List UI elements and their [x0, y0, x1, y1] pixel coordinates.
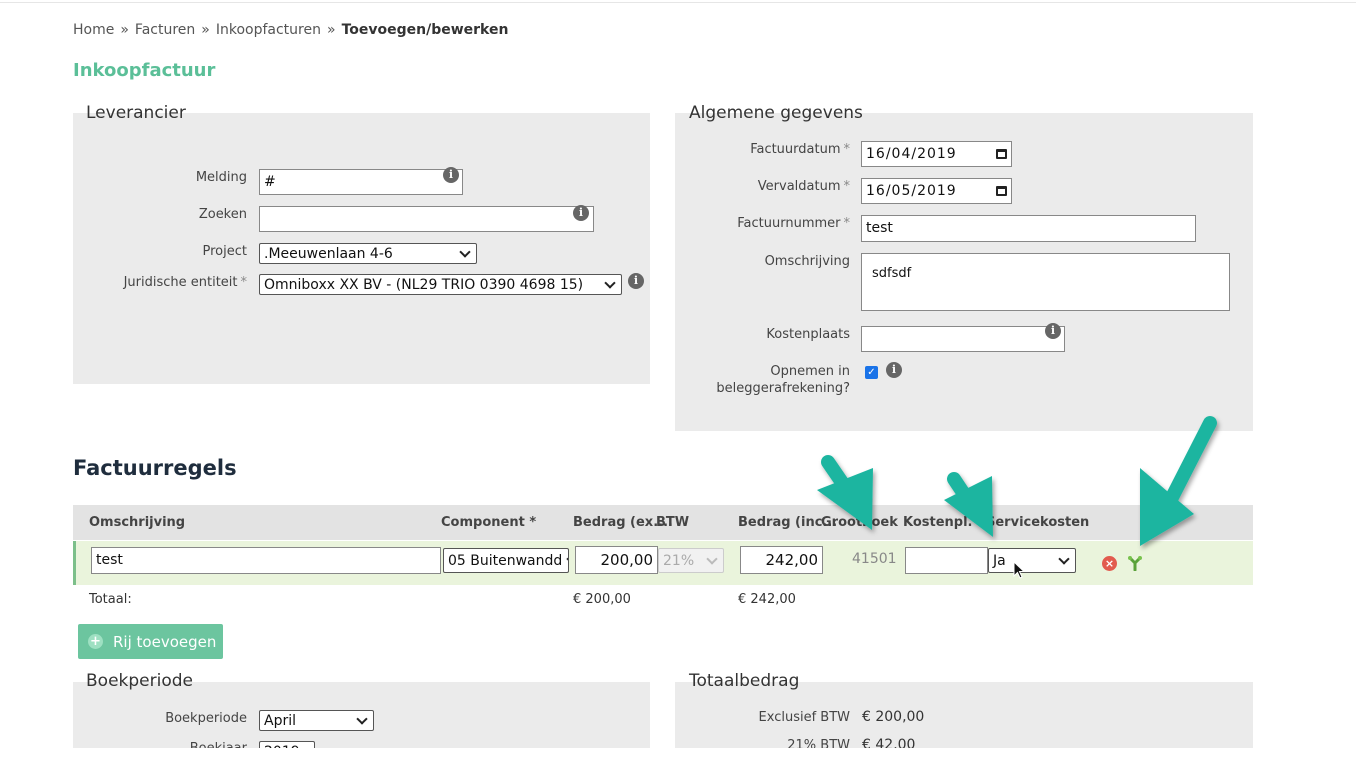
- required-marker: *: [240, 275, 248, 290]
- calendar-icon[interactable]: [996, 186, 1007, 196]
- chevron-down-icon: [356, 713, 368, 725]
- required-marker: *: [843, 142, 851, 157]
- required-marker: *: [843, 216, 851, 231]
- opnemen-info-icon[interactable]: i: [886, 362, 902, 378]
- project-select-value: .Meeuwenlaan 4-6: [264, 245, 393, 262]
- opnemen-label-line2: beleggerafrekening?: [716, 381, 850, 396]
- totaal-inc-value: € 242,00: [738, 592, 796, 607]
- opnemen-label-line1: Opnemen in: [770, 364, 850, 379]
- algemene-gegevens-legend: Algemene gegevens: [689, 103, 863, 123]
- totaal-label: Totaal:: [89, 592, 132, 607]
- row-grootboek-value: 41501: [852, 551, 897, 567]
- kostenplaats-info-icon[interactable]: i: [1045, 323, 1061, 339]
- melding-input[interactable]: #: [259, 169, 463, 195]
- leverancier-legend: Leverancier: [86, 103, 186, 123]
- page-title: Inkoopfactuur: [73, 60, 216, 81]
- breadcrumb: Home » Facturen » Inkoopfacturen » Toevoegen/b…: [73, 22, 508, 38]
- boekperiode-legend: Boekperiode: [86, 671, 193, 691]
- mouse-cursor-icon: [1013, 561, 1026, 579]
- melding-info-icon[interactable]: i: [443, 167, 459, 183]
- row-omschrijving-input[interactable]: test: [91, 547, 441, 574]
- th-btw[interactable]: BTW: [656, 515, 689, 530]
- zoeken-label: Zoeken: [198, 207, 247, 222]
- juridische-entiteit-label: Juridische entiteit *: [124, 275, 247, 290]
- add-row-button-label: Rij toevoegen: [113, 632, 217, 651]
- breadcrumb-current: Toevoegen/bewerken: [341, 22, 509, 38]
- bottom-clip: [0, 748, 1356, 784]
- calendar-icon[interactable]: [996, 149, 1007, 159]
- juridische-entiteit-select[interactable]: Omniboxx XX BV - (NL29 TRIO 0390 4698 15…: [259, 274, 622, 295]
- top-divider: [0, 2, 1356, 3]
- factuurregels-title: Factuurregels: [73, 456, 237, 480]
- project-select[interactable]: .Meeuwenlaan 4-6: [259, 243, 477, 264]
- required-marker: *: [843, 179, 851, 194]
- breadcrumb-separator: »: [201, 22, 210, 38]
- th-component[interactable]: Component *: [441, 515, 536, 530]
- vervaldatum-input[interactable]: 16/05/2019: [861, 178, 1012, 204]
- kostenplaats-input[interactable]: [861, 326, 1065, 352]
- breadcrumb-facturen[interactable]: Facturen: [135, 22, 195, 38]
- factuurnummer-label: Factuurnummer *: [737, 216, 850, 231]
- omschrijving-textarea[interactable]: sdfsdf: [861, 253, 1230, 311]
- factuurdatum-label: Factuurdatum *: [750, 142, 850, 157]
- vervaldatum-value: 16/05/2019: [866, 183, 957, 199]
- row-btw-select[interactable]: 21%: [658, 548, 724, 573]
- row-kostenpl-input[interactable]: [905, 547, 988, 574]
- th-grootboek[interactable]: Grootboek: [821, 515, 898, 530]
- breadcrumb-home[interactable]: Home: [73, 22, 114, 38]
- zoeken-input[interactable]: [259, 206, 594, 232]
- boekperiode-value: April: [264, 712, 296, 729]
- exclusief-btw-value: € 200,00: [862, 709, 925, 725]
- th-servicekosten[interactable]: Servicekosten: [986, 515, 1089, 530]
- add-row-button[interactable]: + Rij toevoegen: [78, 624, 223, 659]
- totaalbedrag-legend: Totaalbedrag: [689, 671, 800, 691]
- boekperiode-select[interactable]: April: [259, 710, 374, 731]
- factuurregels-table-header: Omschrijving Component * Bedrag (ex.... …: [73, 505, 1253, 540]
- juridische-entiteit-label-text: Juridische entiteit: [123, 275, 238, 290]
- boekperiode-label: Boekperiode: [165, 711, 247, 726]
- row-servicekosten-value: Ja: [993, 552, 1006, 569]
- zoeken-info-icon[interactable]: i: [573, 205, 589, 221]
- row-btw-value: 21%: [663, 552, 695, 569]
- juridische-entiteit-value: Omniboxx XX BV - (NL29 TRIO 0390 4698 15…: [264, 276, 584, 293]
- breadcrumb-separator: »: [120, 22, 129, 38]
- factuurdatum-label-text: Factuurdatum: [750, 142, 841, 157]
- plus-icon: +: [88, 634, 103, 649]
- chevron-down-icon: [566, 553, 568, 565]
- chevron-down-icon: [1058, 553, 1070, 565]
- factuurdatum-value: 16/04/2019: [866, 146, 957, 162]
- row-servicekosten-select[interactable]: Ja: [988, 548, 1076, 573]
- chevron-down-icon: [706, 553, 718, 565]
- breadcrumb-separator: »: [326, 22, 336, 38]
- omschrijving-label: Omschrijving: [764, 254, 850, 269]
- remove-row-icon[interactable]: ×: [1102, 556, 1117, 571]
- vervaldatum-label-text: Vervaldatum: [757, 179, 841, 194]
- chevron-down-icon: [459, 246, 471, 258]
- opnemen-checkbox[interactable]: ✓: [865, 366, 878, 379]
- vervaldatum-label: Vervaldatum *: [758, 179, 850, 194]
- row-bedrag-inc-input[interactable]: 242,00: [740, 546, 823, 574]
- th-omschrijving[interactable]: Omschrijving: [89, 515, 185, 530]
- opnemen-label: Opnemen in beleggerafrekening?: [716, 363, 850, 397]
- chevron-down-icon: [604, 277, 616, 289]
- breadcrumb-inkoopfacturen[interactable]: Inkoopfacturen: [216, 22, 321, 38]
- kostenplaats-label: Kostenplaats: [766, 327, 850, 342]
- th-kostenpl[interactable]: Kostenpl.: [903, 515, 973, 530]
- exclusief-btw-label: Exclusief BTW: [758, 710, 850, 725]
- row-bedrag-ex-input[interactable]: 200,00: [575, 546, 658, 574]
- melding-label: Melding: [195, 170, 247, 185]
- factuurnummer-input[interactable]: test: [861, 215, 1196, 242]
- split-row-icon[interactable]: [1127, 555, 1143, 571]
- factuurnummer-label-text: Factuurnummer: [737, 216, 841, 231]
- juridische-entiteit-info-icon[interactable]: i: [628, 273, 644, 289]
- row-component-select[interactable]: 05 Buitenwandd: [443, 548, 569, 573]
- totaal-ex-value: € 200,00: [573, 592, 631, 607]
- factuurdatum-input[interactable]: 16/04/2019: [861, 141, 1012, 167]
- row-component-value: 05 Buitenwandd: [448, 552, 563, 569]
- project-label: Project: [202, 244, 247, 259]
